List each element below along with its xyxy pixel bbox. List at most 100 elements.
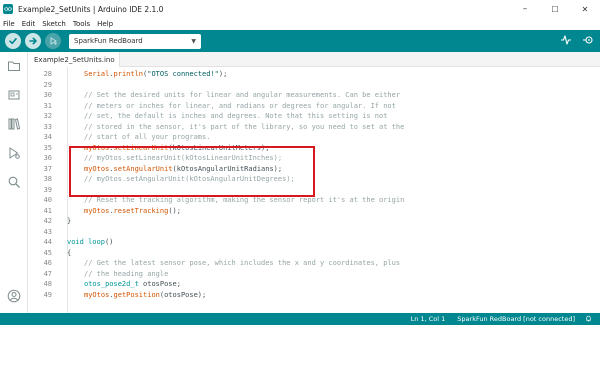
menu-help[interactable]: Help: [97, 20, 113, 28]
toolbar-right: [560, 34, 594, 48]
boards-manager-icon[interactable]: [6, 87, 22, 103]
line-number: 35: [43, 143, 52, 152]
code-token: (otosPose);: [159, 290, 207, 299]
board-selector[interactable]: SparkFun RedBoard ▼: [69, 33, 201, 49]
line-number: 29: [43, 80, 52, 89]
line-number: 37: [43, 164, 52, 173]
code-line[interactable]: 35 myOtos.setLinearUnit(kOtosLinearUnitMe…: [28, 143, 600, 154]
code-line[interactable]: 44 void loop(): [28, 237, 600, 248]
code-token: (kOtosLinearUnitMeters);: [168, 143, 270, 152]
serial-monitor-icon[interactable]: [582, 34, 594, 48]
cursor-position[interactable]: Ln 1, Col 1: [411, 315, 446, 323]
verify-icon[interactable]: [5, 33, 21, 49]
code-token: myOtos: [84, 290, 110, 299]
arduino-ide-window: Example2_SetUnits | Arduino IDE 2.1.0 – …: [0, 0, 600, 325]
code-line[interactable]: 37 myOtos.setAngularUnit(kOtosAngularUnit…: [28, 164, 600, 175]
debug-icon[interactable]: [6, 145, 22, 161]
code-token: // set, the default is inches and degree…: [84, 112, 388, 120]
code-text: void loop(): [67, 237, 113, 248]
line-number: 42: [43, 217, 52, 225]
code-line[interactable]: 36 // myOtos.setLinearUnit(kOtosLinearUni…: [28, 153, 600, 164]
code-token: void: [67, 238, 84, 246]
line-number: 28: [43, 70, 52, 78]
code-text: myOtos.resetTracking();: [84, 206, 181, 217]
code-line[interactable]: 30 // Set the desired units for linear an…: [28, 90, 600, 101]
board-selector-label: SparkFun RedBoard: [74, 37, 143, 45]
code-token: otosPose;: [138, 280, 181, 288]
code-token: );: [218, 70, 228, 78]
board-status[interactable]: SparkFun RedBoard [not connected]: [457, 315, 575, 323]
code-line[interactable]: 39: [28, 185, 600, 196]
code-line[interactable]: 46 // Get the latest sensor pose, which i…: [28, 258, 600, 269]
code-token: "OTOS connected!": [147, 70, 219, 78]
menu-tools[interactable]: Tools: [73, 20, 90, 28]
menu-edit[interactable]: Edit: [22, 20, 36, 28]
code-line[interactable]: 47 // the heading angle: [28, 269, 600, 280]
menu-bar: File Edit Sketch Tools Help: [0, 18, 600, 30]
close-button[interactable]: ✕: [570, 0, 600, 18]
code-line[interactable]: 34 // start of all your programs.: [28, 132, 600, 143]
toolbar: SparkFun RedBoard ▼: [0, 30, 600, 52]
code-text: {: [67, 248, 71, 259]
code-line[interactable]: 28 Serial.println("OTOS connected!");: [28, 69, 600, 80]
line-number: 31: [43, 101, 52, 110]
code-token: {: [67, 248, 72, 257]
code-line[interactable]: 33 // stored in the sensor, it's part of …: [28, 122, 600, 133]
window-controls: – ☐ ✕: [510, 0, 600, 18]
code-token: myOtos: [84, 206, 110, 215]
line-number: 36: [43, 154, 52, 162]
code-text: // Get the latest sensor pose, which inc…: [84, 258, 400, 269]
code-text: // stored in the sensor, it's part of th…: [84, 122, 404, 133]
code-text: Serial.println("OTOS connected!");: [84, 69, 227, 80]
status-bar: Ln 1, Col 1 SparkFun RedBoard [not conne…: [0, 313, 600, 325]
code-line[interactable]: 48 otos_pose2d_t otosPose;: [28, 279, 600, 290]
code-line[interactable]: 45 {: [28, 248, 600, 259]
code-token: getPosition: [113, 290, 160, 299]
code-token: // Reset the tracking algorithm, making …: [84, 196, 405, 204]
sketchbook-folder-icon[interactable]: [6, 58, 22, 74]
line-number: 41: [43, 206, 52, 215]
code-token: // meters or inches for linear, and radi…: [84, 101, 396, 110]
menu-sketch[interactable]: Sketch: [42, 20, 66, 28]
code-token: // Get the latest sensor pose, which inc…: [84, 259, 401, 267]
library-manager-icon[interactable]: [6, 116, 22, 132]
minimize-button[interactable]: –: [510, 0, 540, 18]
code-line[interactable]: 32 // set, the default is inches and degr…: [28, 111, 600, 122]
serial-plotter-icon[interactable]: [560, 34, 572, 48]
line-number: 30: [43, 91, 52, 99]
code-line[interactable]: 43: [28, 227, 600, 238]
code-token: (kOtosAngularUnitRadians);: [172, 164, 283, 173]
code-line[interactable]: 40 // Reset the tracking algorithm, makin…: [28, 195, 600, 206]
code-line[interactable]: 38 // myOtos.setAngularUnit(kOtosAngularU…: [28, 174, 600, 185]
code-text: myOtos.getPosition(otosPose);: [84, 290, 206, 301]
code-line[interactable]: 31 // meters or inches for linear, and ra…: [28, 101, 600, 112]
window-title: Example2_SetUnits | Arduino IDE 2.1.0: [18, 4, 164, 14]
notification-bell-icon[interactable]: [585, 315, 592, 324]
code-editor[interactable]: 28 Serial.println("OTOS connected!"); 29 30…: [28, 67, 600, 313]
debug-icon[interactable]: [45, 33, 61, 49]
code-token: // stored in the sensor, it's part of th…: [84, 122, 405, 131]
code-token: myOtos: [84, 143, 110, 152]
search-icon[interactable]: [6, 174, 22, 190]
code-line[interactable]: 42}: [28, 216, 600, 227]
maximize-button[interactable]: ☐: [540, 0, 570, 18]
code-text: // myOtos.setAngularUnit(kOtosAngularUni…: [84, 174, 295, 185]
tab-label: Example2_SetUnits.ino: [34, 55, 115, 64]
code-line[interactable]: 49 myOtos.getPosition(otosPose);: [28, 290, 600, 301]
code-line[interactable]: 29: [28, 80, 600, 91]
code-token: Serial: [84, 70, 110, 78]
code-token: (): [104, 238, 114, 246]
code-token: resetTracking: [113, 206, 169, 215]
code-line[interactable]: 41 myOtos.resetTracking();: [28, 206, 600, 217]
line-number: 33: [43, 122, 52, 131]
tab-sketch-file[interactable]: Example2_SetUnits.ino: [28, 52, 120, 67]
arduino-logo-icon: [3, 4, 13, 14]
line-number: 49: [43, 290, 52, 299]
code-text: otos_pose2d_t otosPose;: [84, 279, 181, 290]
code-token: otos_pose2d_t: [84, 280, 139, 288]
code-token: setAngularUnit: [113, 164, 173, 173]
account-icon[interactable]: [6, 288, 22, 304]
line-number: 38: [43, 175, 52, 183]
upload-icon[interactable]: [25, 33, 41, 49]
menu-file[interactable]: File: [3, 20, 15, 28]
